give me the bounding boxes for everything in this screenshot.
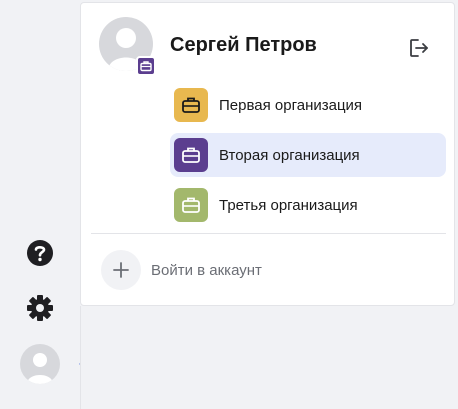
- organization-badge: [136, 56, 156, 76]
- plus-icon: [101, 250, 141, 290]
- briefcase-icon: [174, 188, 208, 222]
- organization-item-2[interactable]: Вторая организация: [170, 133, 446, 177]
- organization-label: Третья организация: [219, 196, 358, 214]
- organization-list: Первая организация Вторая организация Тр…: [170, 83, 446, 233]
- divider: [91, 233, 446, 234]
- add-account-button[interactable]: Войти в аккаунт: [101, 250, 262, 290]
- gear-icon[interactable]: [25, 293, 55, 323]
- user-name: Сергей Петров: [170, 34, 317, 56]
- organization-label: Первая организация: [219, 96, 363, 114]
- organization-item-1[interactable]: Первая организация: [170, 83, 446, 127]
- organization-item-3[interactable]: Третья организация: [170, 183, 446, 227]
- add-account-label: Войти в аккаунт: [151, 261, 262, 279]
- logout-icon[interactable]: [408, 37, 430, 59]
- avatar[interactable]: [20, 344, 60, 384]
- briefcase-icon: [140, 61, 152, 72]
- left-rail: [0, 0, 80, 409]
- account-popup: Сергей Петров Первая организация Вторая …: [80, 2, 455, 306]
- briefcase-icon: [174, 138, 208, 172]
- help-icon[interactable]: [25, 238, 55, 268]
- briefcase-icon: [174, 88, 208, 122]
- background-panel: [80, 306, 458, 409]
- organization-label: Вторая организация: [219, 146, 360, 164]
